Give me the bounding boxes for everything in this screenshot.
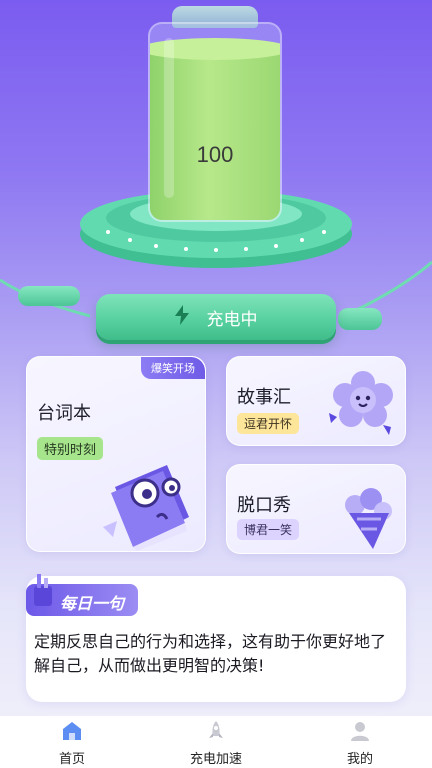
cable-knob-right: [338, 308, 382, 330]
pencil-cup-icon: [34, 574, 52, 606]
battery-level-text: 100: [196, 142, 234, 167]
flower-mascot-icon: [329, 371, 393, 435]
tab-mine[interactable]: 我的: [288, 716, 432, 768]
icecream-cone-icon: [345, 488, 392, 549]
card-ribbon: 爆笑开场: [141, 357, 205, 379]
card-script-title: 台词本: [37, 403, 91, 424]
tab-charge-boost-label: 充电加速: [189, 752, 242, 767]
card-story-title: 故事汇: [237, 387, 291, 408]
home-icon: [63, 722, 81, 740]
card-standup-title: 脱口秀: [237, 495, 291, 516]
daily-quote-badge-label: 每日一句: [60, 594, 125, 613]
card-standup-tag: 博君一笑: [237, 519, 300, 540]
daily-quote-text: 定期反思自己的行为和选择，这有助于你更好地了解自己，从而做出更明智的决策!: [34, 632, 387, 675]
tab-mine-label: 我的: [346, 752, 373, 767]
battery-shine: [164, 38, 174, 198]
tab-home[interactable]: 首页: [0, 716, 144, 768]
tab-charge-boost[interactable]: 充电加速: [144, 716, 288, 768]
tab-home-label: 首页: [58, 752, 85, 767]
bottom-tab-bar: 首页 充电加速 我的: [0, 716, 432, 768]
battery-hero: 100: [0, 0, 432, 320]
cable-knob-left: [18, 286, 80, 306]
lightning-bolt-icon: [174, 304, 189, 330]
card-standup[interactable]: 脱口秀 博君一笑: [226, 464, 406, 554]
card-script[interactable]: 爆笑开场 台词本 特别时刻: [26, 356, 206, 552]
rocket-icon: [209, 721, 223, 738]
charging-button[interactable]: 充电中: [96, 294, 336, 340]
card-story-tag: 逗君开怀: [237, 413, 300, 434]
book-mascot-icon: [103, 465, 189, 551]
card-story[interactable]: 故事汇 逗君开怀: [226, 356, 406, 446]
battery-gauge: 100: [148, 22, 282, 222]
user-icon: [351, 722, 369, 741]
charging-button-label: 充电中: [206, 309, 258, 330]
